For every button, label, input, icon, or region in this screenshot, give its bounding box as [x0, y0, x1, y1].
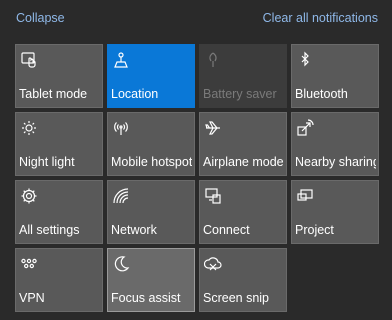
tablet-mode-icon [20, 51, 38, 69]
action-center-header: Collapse Clear all notifications [0, 0, 392, 38]
quick-actions-grid: Tablet mode Location Battery saver Bluet… [15, 44, 379, 312]
airplane-icon [204, 119, 222, 137]
moon-icon [112, 255, 130, 273]
tile-label: Focus assist [111, 291, 181, 305]
gear-icon [20, 187, 38, 205]
tile-label: Mobile hotspot [111, 155, 192, 169]
tile-label: Night light [19, 155, 75, 169]
tile-label: Airplane mode [203, 155, 284, 169]
tile-label: Bluetooth [295, 87, 348, 101]
night-light-tile[interactable]: Night light [15, 112, 103, 176]
tile-label: Project [295, 223, 334, 237]
tablet-mode-tile[interactable]: Tablet mode [15, 44, 103, 108]
tile-label: Location [111, 87, 159, 101]
tile-label: Connect [203, 223, 250, 237]
tile-label: VPN [19, 291, 45, 305]
project-tile[interactable]: Project [291, 180, 379, 244]
mobile-hotspot-icon [112, 119, 130, 137]
airplane-mode-tile[interactable]: Airplane mode [199, 112, 287, 176]
location-icon [112, 51, 130, 69]
clear-all-notifications-link[interactable]: Clear all notifications [263, 11, 378, 25]
bluetooth-icon [296, 51, 314, 69]
screen-snip-icon [204, 255, 222, 273]
all-settings-tile[interactable]: All settings [15, 180, 103, 244]
network-tile[interactable]: Network [107, 180, 195, 244]
vpn-tile[interactable]: VPN [15, 248, 103, 312]
battery-saver-tile[interactable]: Battery saver [199, 44, 287, 108]
location-tile[interactable]: Location [107, 44, 195, 108]
vpn-icon [20, 255, 38, 273]
collapse-link[interactable]: Collapse [16, 11, 65, 25]
connect-icon [204, 187, 222, 205]
tile-label: Network [111, 223, 157, 237]
tile-label: Tablet mode [19, 87, 88, 101]
screen-snip-tile[interactable]: Screen snip [199, 248, 287, 312]
tile-label: Battery saver [203, 87, 277, 101]
tile-label: Nearby sharing [295, 155, 376, 169]
mobile-hotspot-tile[interactable]: Mobile hotspot [107, 112, 195, 176]
night-light-icon [20, 119, 38, 137]
bluetooth-tile[interactable]: Bluetooth [291, 44, 379, 108]
project-icon [296, 187, 314, 205]
battery-saver-icon [204, 51, 222, 69]
nearby-sharing-icon [296, 119, 314, 137]
network-icon [112, 187, 130, 205]
nearby-sharing-tile[interactable]: Nearby sharing [291, 112, 379, 176]
tile-label: Screen snip [203, 291, 270, 305]
focus-assist-tile[interactable]: Focus assist [107, 248, 195, 312]
tile-label: All settings [19, 223, 80, 237]
connect-tile[interactable]: Connect [199, 180, 287, 244]
